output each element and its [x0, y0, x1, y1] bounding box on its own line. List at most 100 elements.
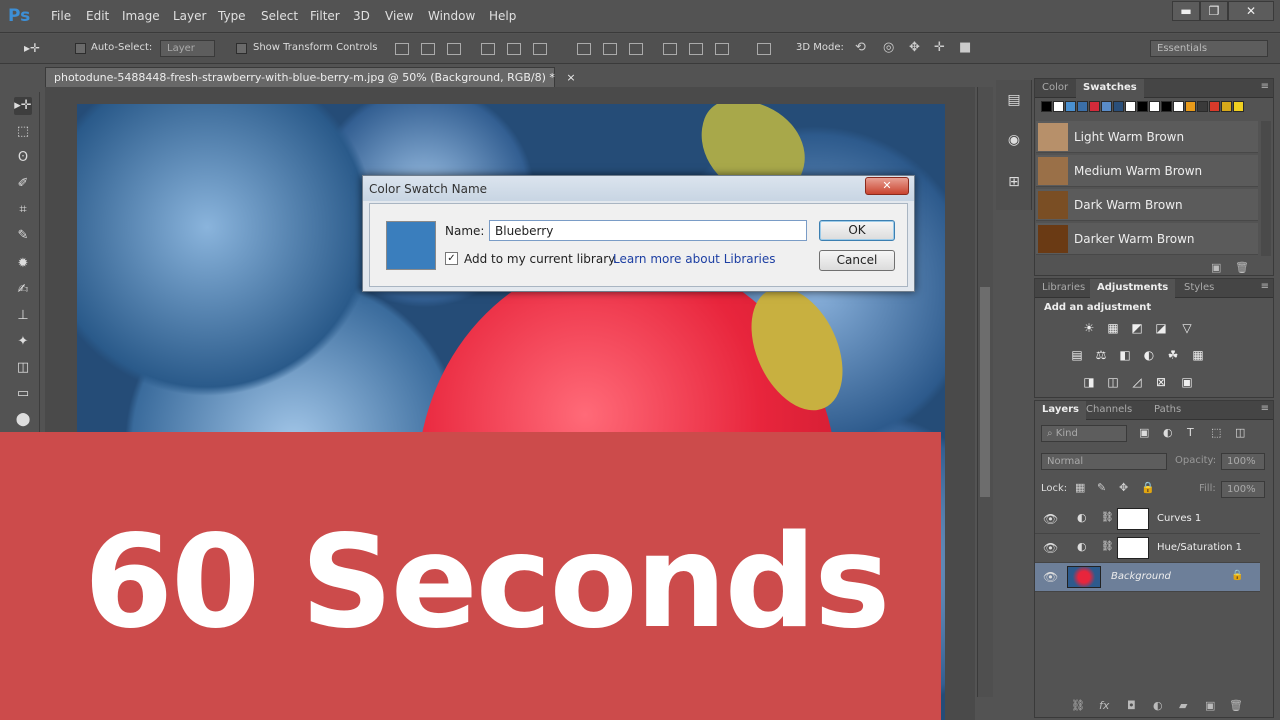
posterize-icon[interactable]: ◫ — [1105, 375, 1121, 389]
crop-tool-icon[interactable]: ⌗ — [14, 201, 32, 219]
swatches-scrollbar[interactable] — [1261, 121, 1271, 256]
color-lookup-icon[interactable]: ▦ — [1190, 348, 1206, 362]
tab-paths[interactable]: Paths — [1147, 401, 1188, 420]
character-panel-icon[interactable]: ⊞ — [1004, 174, 1024, 194]
distribute-hcenter-icon[interactable] — [689, 43, 703, 55]
scrollbar-thumb[interactable] — [980, 287, 990, 497]
align-bottom-icon[interactable] — [447, 43, 461, 55]
auto-align-icon[interactable] — [757, 43, 771, 55]
swatch-color-chip[interactable] — [1089, 101, 1100, 112]
invert-icon[interactable]: ◨ — [1081, 375, 1097, 389]
align-vcenter-icon[interactable] — [421, 43, 435, 55]
hue-saturation-icon[interactable]: ▤ — [1069, 348, 1085, 362]
filter-smart-object-icon[interactable]: ◫ — [1235, 426, 1245, 439]
black-white-icon[interactable]: ◧ — [1117, 348, 1133, 362]
swatch-color-chip[interactable] — [1209, 101, 1220, 112]
history-panel-icon[interactable]: ▤ — [1004, 92, 1024, 112]
align-right-icon[interactable] — [533, 43, 547, 55]
menu-edit[interactable]: Edit — [86, 9, 109, 23]
new-adjustment-layer-icon[interactable]: ◐ — [1153, 699, 1163, 712]
blur-tool-icon[interactable]: ⬤ — [14, 411, 32, 429]
swatch-color-chip[interactable] — [1053, 101, 1064, 112]
swatch-color-chip[interactable] — [1113, 101, 1124, 112]
menu-type[interactable]: Type — [218, 9, 246, 23]
auto-select-checkbox[interactable] — [75, 43, 86, 54]
move-tool-icon[interactable]: ▸✛ — [14, 97, 32, 115]
swatch-color-chip[interactable] — [1221, 101, 1232, 112]
add-mask-icon[interactable]: ◘ — [1127, 699, 1136, 712]
layer-visibility-eye-icon[interactable]: 👁 — [1043, 570, 1058, 584]
new-group-icon[interactable]: ▰ — [1179, 699, 1187, 712]
distribute-left-icon[interactable] — [663, 43, 677, 55]
properties-panel-icon[interactable]: ◉ — [1004, 132, 1024, 152]
swatch-item[interactable]: Medium Warm Brown — [1036, 155, 1258, 187]
layer-visibility-eye-icon[interactable]: 👁 — [1043, 512, 1058, 526]
photo-filter-icon[interactable]: ◐ — [1141, 348, 1157, 362]
distribute-vcenter-icon[interactable] — [603, 43, 617, 55]
distribute-right-icon[interactable] — [715, 43, 729, 55]
canvas-vertical-scrollbar[interactable] — [977, 87, 993, 697]
layer-mask-thumbnail[interactable] — [1117, 537, 1149, 559]
align-top-icon[interactable] — [395, 43, 409, 55]
color-balance-icon[interactable]: ⚖ — [1093, 348, 1109, 362]
menu-select[interactable]: Select — [261, 9, 298, 23]
opacity-field[interactable]: 100% — [1221, 453, 1265, 470]
menu-3d[interactable]: 3D — [353, 9, 370, 23]
menu-file[interactable]: File — [51, 9, 71, 23]
tab-styles[interactable]: Styles — [1177, 279, 1221, 298]
3d-scale-icon[interactable]: ■ — [959, 40, 971, 55]
lock-pixels-icon[interactable]: ✎ — [1097, 481, 1106, 494]
clone-stamp-tool-icon[interactable]: ⊥ — [14, 307, 32, 325]
panel-menu-icon[interactable]: ≡ — [1261, 81, 1269, 92]
levels-icon[interactable]: ▦ — [1105, 321, 1121, 335]
new-swatch-icon[interactable]: ▣ — [1211, 261, 1221, 274]
lasso-tool-icon[interactable]: ʘ — [14, 149, 32, 167]
3d-pan-icon[interactable]: ✥ — [909, 40, 920, 55]
lock-all-icon[interactable]: 🔒 — [1141, 481, 1155, 494]
delete-layer-icon[interactable]: 🗑 — [1229, 699, 1243, 712]
align-hcenter-icon[interactable] — [507, 43, 521, 55]
3d-slide-icon[interactable]: ✛ — [934, 40, 945, 55]
tab-adjustments[interactable]: Adjustments — [1090, 279, 1176, 298]
swatch-color-chip[interactable] — [1101, 101, 1112, 112]
swatch-color-chip[interactable] — [1137, 101, 1148, 112]
background-layer-thumbnail[interactable] — [1067, 566, 1101, 588]
document-tab-close-icon[interactable]: × — [566, 71, 575, 84]
layer-filter-dropdown[interactable]: ⌕ Kind — [1041, 425, 1127, 442]
brightness-contrast-icon[interactable]: ☀ — [1081, 321, 1097, 335]
filter-type-icon[interactable]: T — [1187, 426, 1194, 439]
menu-window[interactable]: Window — [428, 9, 475, 23]
panel-menu-icon[interactable]: ≡ — [1261, 281, 1269, 292]
auto-select-target-dropdown[interactable]: Layer — [160, 40, 215, 57]
distribute-top-icon[interactable] — [577, 43, 591, 55]
mask-link-icon[interactable]: ⛓ — [1101, 541, 1114, 552]
link-layers-icon[interactable]: ⛓ — [1071, 699, 1085, 712]
fill-field[interactable]: 100% — [1221, 481, 1265, 498]
gradient-tool-icon[interactable]: ▭ — [14, 385, 32, 403]
filter-adjustment-icon[interactable]: ◐ — [1163, 426, 1173, 439]
ok-button[interactable]: OK — [819, 220, 895, 241]
lock-position-icon[interactable]: ✥ — [1119, 481, 1128, 494]
swatch-color-chip[interactable] — [1125, 101, 1136, 112]
align-left-icon[interactable] — [481, 43, 495, 55]
curves-icon[interactable]: ◩ — [1129, 321, 1145, 335]
restore-button[interactable]: ❐ — [1200, 1, 1228, 21]
distribute-bottom-icon[interactable] — [629, 43, 643, 55]
close-window-button[interactable]: ✕ — [1228, 1, 1274, 21]
swatch-item[interactable]: Darker Warm Brown — [1036, 223, 1258, 255]
panel-menu-icon[interactable]: ≡ — [1261, 403, 1269, 414]
workspace-dropdown[interactable]: Essentials — [1150, 40, 1268, 57]
move-tool-preset-icon[interactable]: ▸✛ — [24, 41, 40, 55]
marquee-tool-icon[interactable]: ⬚ — [14, 123, 32, 141]
document-tab[interactable]: photodune-5488448-fresh-strawberry-with-… — [45, 67, 576, 87]
swatch-color-chip[interactable] — [1185, 101, 1196, 112]
filter-pixel-icon[interactable]: ▣ — [1139, 426, 1149, 439]
learn-more-libraries-link[interactable]: Learn more about Libraries — [613, 252, 776, 266]
dialog-close-icon[interactable]: ✕ — [865, 177, 909, 195]
swatch-color-chip[interactable] — [1173, 101, 1184, 112]
tab-channels[interactable]: Channels — [1079, 401, 1139, 420]
swatch-color-chip[interactable] — [1161, 101, 1172, 112]
vibrance-icon[interactable]: ▽ — [1179, 321, 1195, 335]
3d-roll-icon[interactable]: ◎ — [883, 40, 894, 55]
quick-select-tool-icon[interactable]: ✐ — [14, 175, 32, 193]
